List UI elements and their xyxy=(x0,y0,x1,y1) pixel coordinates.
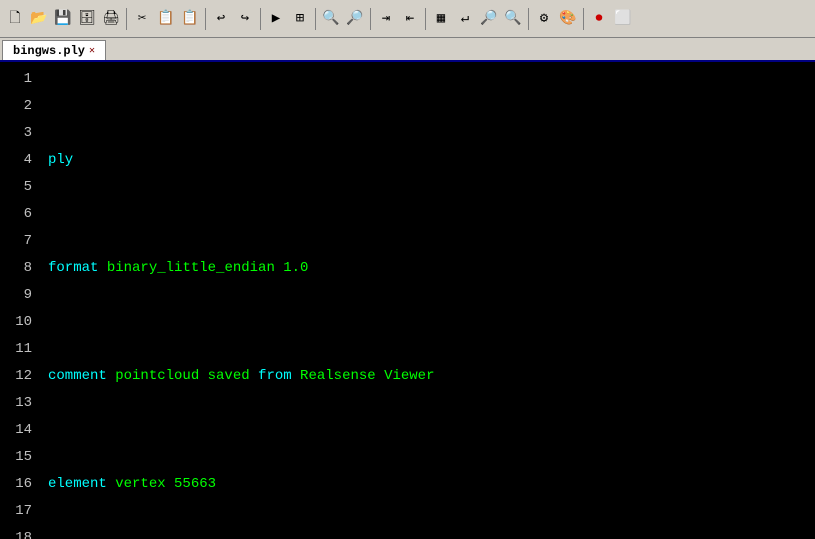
zoom-in-button[interactable]: 🔎 xyxy=(478,8,500,30)
macro-button[interactable]: ⊞ xyxy=(289,8,311,30)
line-num-3: 3 xyxy=(4,120,32,147)
settings-button[interactable]: ⚙ xyxy=(533,8,555,30)
sep1 xyxy=(126,8,127,30)
unindent-button[interactable]: ⇤ xyxy=(399,8,421,30)
run-button[interactable]: ▶ xyxy=(265,8,287,30)
sep7 xyxy=(528,8,529,30)
tab-label: bingws.ply xyxy=(13,44,85,58)
save-button[interactable]: 💾 xyxy=(52,8,74,30)
find-button[interactable]: 🔍 xyxy=(320,8,342,30)
line-num-14: 14 xyxy=(4,417,32,444)
record-button[interactable]: ⏺ xyxy=(588,8,610,30)
line-num-15: 15 xyxy=(4,444,32,471)
line-num-10: 10 xyxy=(4,309,32,336)
redo-button[interactable]: ↪ xyxy=(234,8,256,30)
indent-button[interactable]: ⇥ xyxy=(375,8,397,30)
copy-button[interactable]: 📋 xyxy=(155,8,177,30)
code-content[interactable]: ply format binary_little_endian 1.0 comm… xyxy=(40,62,815,539)
line-num-9: 9 xyxy=(4,282,32,309)
line-num-17: 17 xyxy=(4,498,32,525)
code-line-3: comment pointcloud saved from Realsense … xyxy=(48,363,811,390)
wrap-button[interactable]: ↵ xyxy=(454,8,476,30)
print-button[interactable]: 🖨 xyxy=(100,8,122,30)
editor: 1 2 3 4 5 6 7 8 9 10 11 12 13 14 15 16 1… xyxy=(0,62,815,539)
line-num-7: 7 xyxy=(4,228,32,255)
sep3 xyxy=(260,8,261,30)
cut-button[interactable]: ✂ xyxy=(131,8,153,30)
theme-button[interactable]: 🎨 xyxy=(557,8,579,30)
tabbar: bingws.ply ✕ xyxy=(0,38,815,62)
line-num-13: 13 xyxy=(4,390,32,417)
line-num-5: 5 xyxy=(4,174,32,201)
line-num-4: 4 xyxy=(4,147,32,174)
undo-button[interactable]: ↩ xyxy=(210,8,232,30)
columns-button[interactable]: ▦ xyxy=(430,8,452,30)
tab-bingws-ply[interactable]: bingws.ply ✕ xyxy=(2,40,106,60)
save-all-button[interactable]: 🗄 xyxy=(76,8,98,30)
code-line-4: element vertex 55663 xyxy=(48,471,811,498)
line-num-18: 18 xyxy=(4,525,32,539)
line-num-1: 1 xyxy=(4,66,32,93)
open-button[interactable]: 📂 xyxy=(28,8,50,30)
toolbar: 🗋 📂 💾 🗄 🖨 ✂ 📋 📋 ↩ ↪ ▶ ⊞ 🔍 🔎 ⇥ ⇤ ▦ ↵ 🔎 🔍 … xyxy=(0,0,815,38)
code-line-2: format binary_little_endian 1.0 xyxy=(48,255,811,282)
sep4 xyxy=(315,8,316,30)
line-num-11: 11 xyxy=(4,336,32,363)
replace-button[interactable]: 🔎 xyxy=(344,8,366,30)
new-button[interactable]: 🗋 xyxy=(4,8,26,30)
sep5 xyxy=(370,8,371,30)
sep2 xyxy=(205,8,206,30)
line-num-12: 12 xyxy=(4,363,32,390)
line-num-6: 6 xyxy=(4,201,32,228)
tab-close-button[interactable]: ✕ xyxy=(89,45,95,57)
paste-button[interactable]: 📋 xyxy=(179,8,201,30)
line-numbers: 1 2 3 4 5 6 7 8 9 10 11 12 13 14 15 16 1… xyxy=(0,62,40,539)
code-line-1: ply xyxy=(48,147,811,174)
zoom-out-button[interactable]: 🔍 xyxy=(502,8,524,30)
line-num-8: 8 xyxy=(4,255,32,282)
sep8 xyxy=(583,8,584,30)
line-num-2: 2 xyxy=(4,93,32,120)
sep6 xyxy=(425,8,426,30)
extra-button[interactable]: ⬜ xyxy=(612,8,634,30)
line-num-16: 16 xyxy=(4,471,32,498)
